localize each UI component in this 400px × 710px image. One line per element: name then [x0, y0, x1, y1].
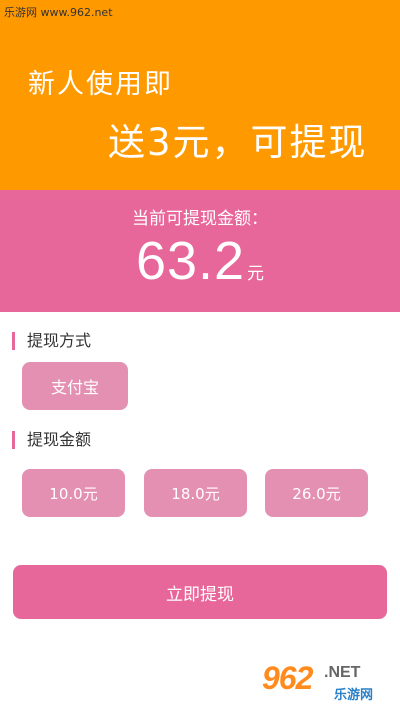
balance-amount: 63.2 元 — [0, 230, 400, 292]
logo-number: 962 — [262, 660, 313, 696]
banner-line2: 送3元，可提现 — [108, 121, 368, 164]
balance-panel: 当前可提现金额： 63.2 元 — [0, 190, 400, 312]
alipay-option-button[interactable]: 支付宝 — [22, 362, 128, 410]
logo-suffix: .NET — [324, 664, 361, 681]
balance-amount-value: 63.2 — [135, 231, 246, 291]
amount-option-10-button[interactable]: 10.0元 — [22, 469, 125, 517]
withdraw-amount-title: 提现金额 — [12, 431, 91, 449]
promo-banner: 新人使用即 送3元，可提现 — [0, 0, 400, 190]
logo-name: 乐游网 — [334, 688, 374, 703]
balance-amount-unit: 元 — [247, 264, 265, 284]
amount-option-26-button[interactable]: 26.0元 — [265, 469, 368, 517]
withdraw-method-title: 提现方式 — [12, 332, 91, 350]
banner-line1: 新人使用即 — [28, 69, 173, 100]
withdraw-now-button[interactable]: 立即提现 — [13, 565, 387, 619]
site-logo: 962 .NET 乐游网 — [262, 658, 396, 706]
amount-option-18-button[interactable]: 18.0元 — [144, 469, 247, 517]
balance-label: 当前可提现金额： — [132, 209, 268, 229]
watermark-text: 乐游网 www.962.net — [4, 6, 113, 19]
